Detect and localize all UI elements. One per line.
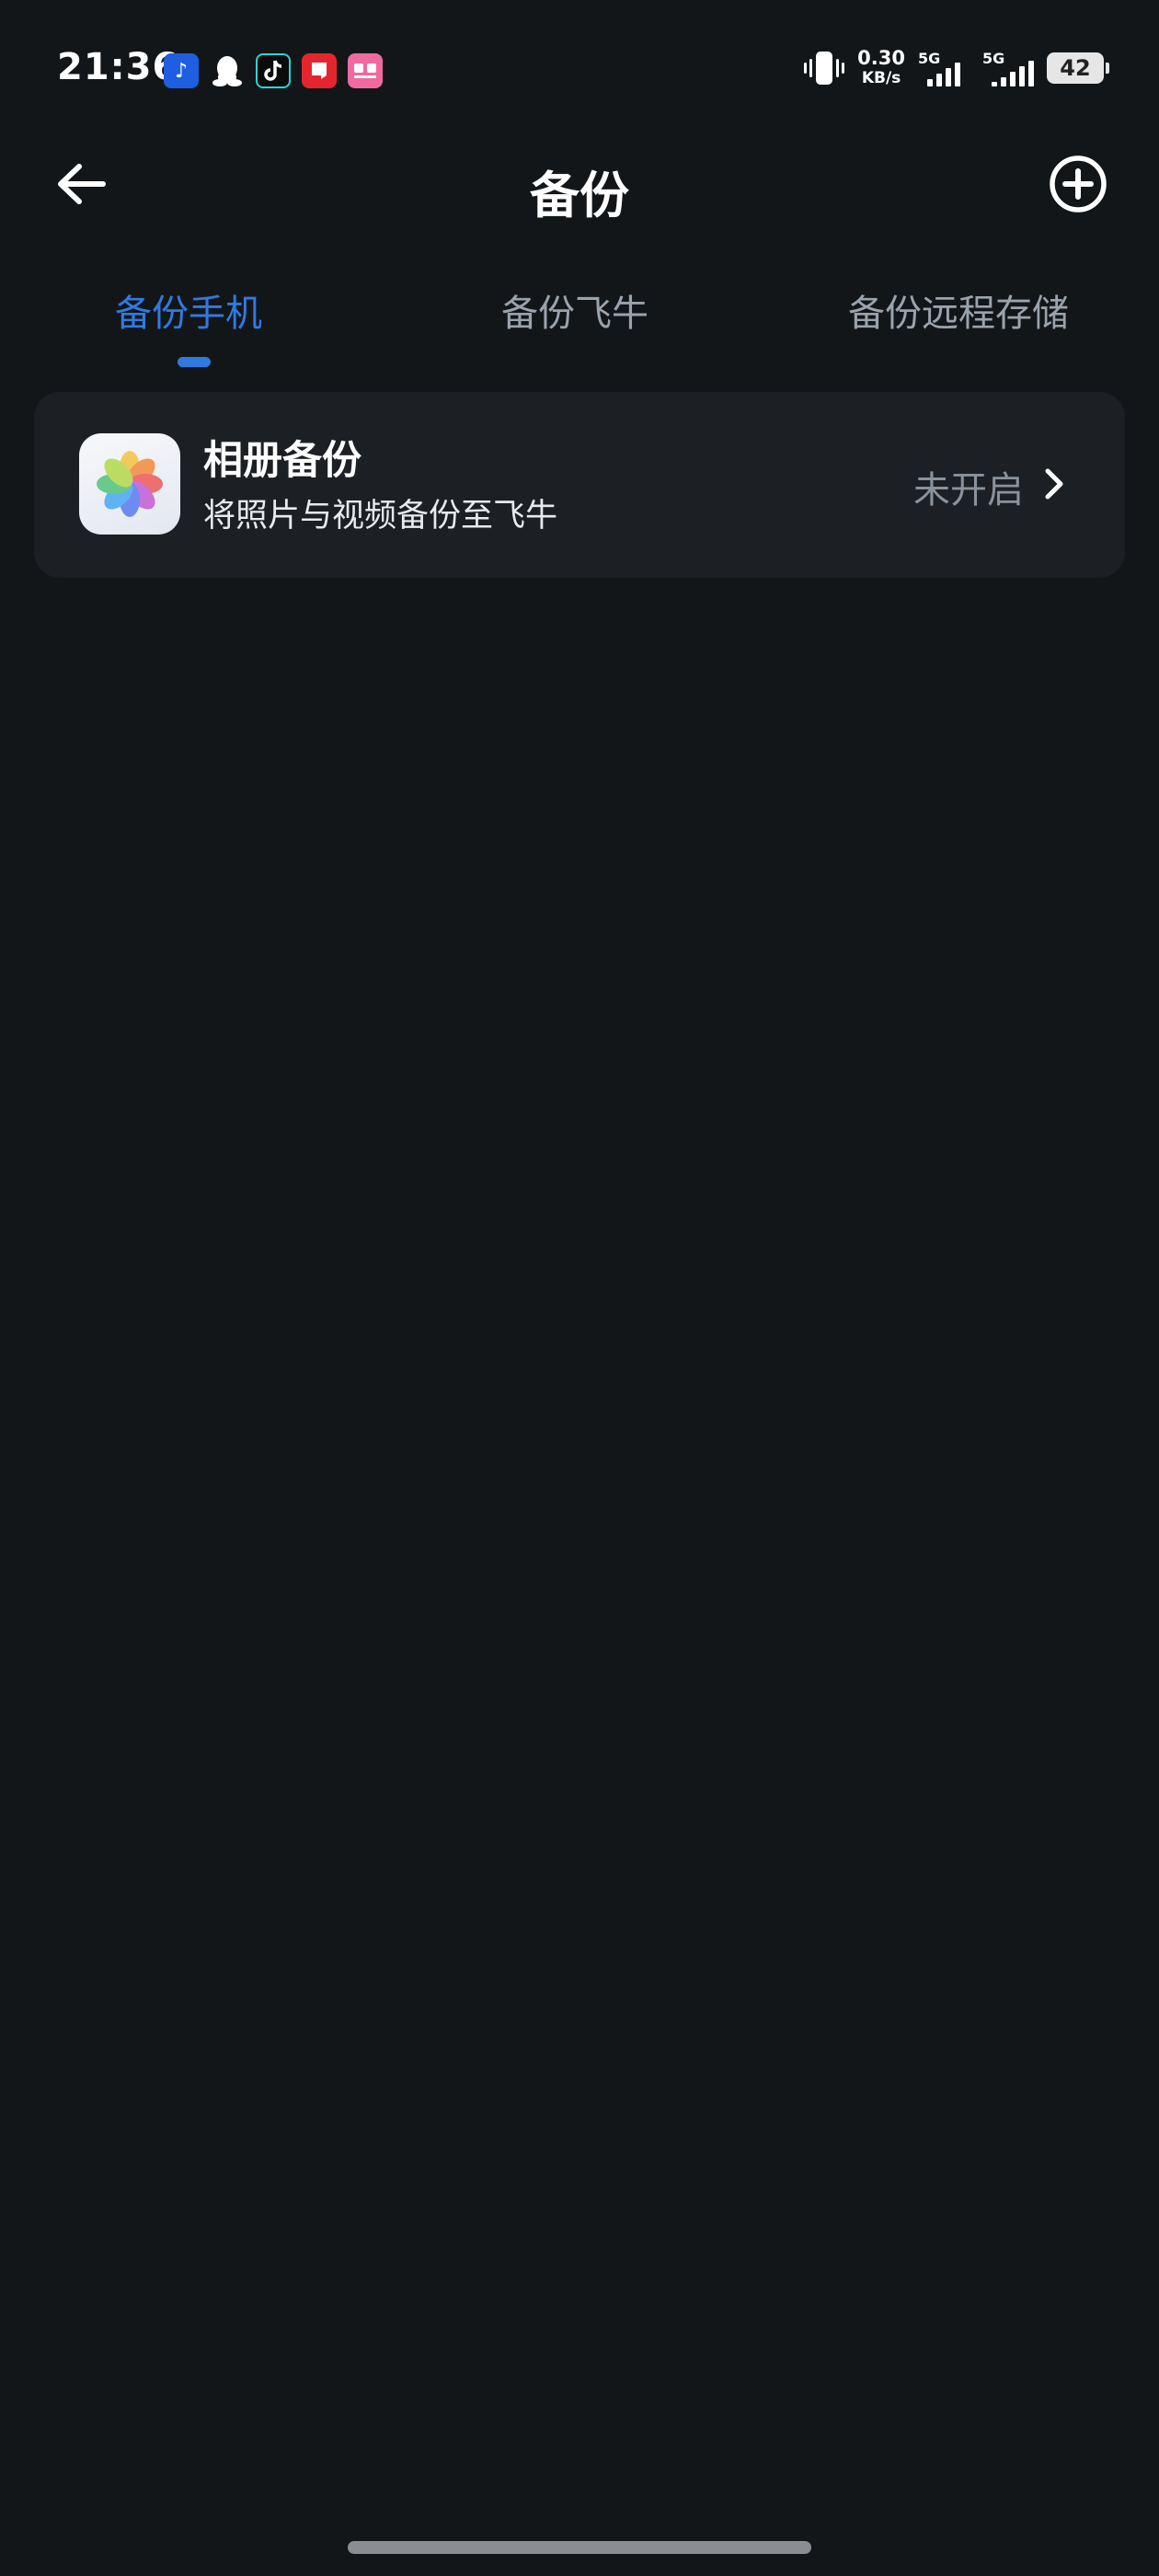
home-indicator-bar[interactable]: [348, 2541, 811, 2554]
tab-backup-phone[interactable]: 备份手机: [115, 283, 262, 337]
photos-flower-icon: [79, 433, 180, 535]
tiktok-app-icon: [256, 53, 291, 88]
music-app-icon: ♪: [164, 53, 199, 88]
page-title: 备份: [530, 167, 629, 224]
notification-icons: ♪: [164, 53, 383, 88]
status-bar: 21:36 ♪ 0.30 KB/s 5G 5G 42: [0, 0, 1159, 138]
tab-backup-feiniu[interactable]: 备份飞牛: [501, 283, 648, 337]
vibrate-icon: [804, 50, 845, 86]
chevron-right-icon: [1040, 466, 1068, 502]
app-header: 备份: [0, 138, 1159, 230]
signal-sim2-icon: 5G: [982, 50, 1034, 86]
battery-level: 42: [1060, 55, 1091, 81]
status-indicators: 0.30 KB/s 5G 5G 42: [804, 48, 1109, 88]
tab-backup-remote-storage[interactable]: 备份远程存储: [848, 283, 1069, 337]
album-backup-status: 未开启: [913, 469, 1024, 512]
red-app-icon: [302, 53, 337, 88]
pink-app-icon: [348, 53, 383, 88]
status-time: 21:36: [57, 46, 179, 88]
active-tab-indicator: [178, 357, 211, 367]
network-speed-unit: KB/s: [861, 69, 901, 87]
battery-icon: 42: [1047, 52, 1109, 84]
plus-circle-icon: [1050, 155, 1107, 213]
backup-tabs: 备份手机 备份飞牛 备份远程存储: [0, 276, 1159, 377]
album-backup-title: 相册备份: [203, 438, 361, 484]
network-speed-value: 0.30: [857, 47, 905, 69]
add-button[interactable]: [1047, 153, 1109, 215]
network-speed: 0.30 KB/s: [857, 48, 905, 88]
album-backup-item[interactable]: 相册备份 将照片与视频备份至飞牛 未开启: [34, 392, 1125, 578]
qq-app-icon: [210, 53, 245, 88]
album-backup-subtitle: 将照片与视频备份至飞牛: [203, 498, 558, 535]
signal-sim1-icon: 5G: [918, 50, 970, 86]
